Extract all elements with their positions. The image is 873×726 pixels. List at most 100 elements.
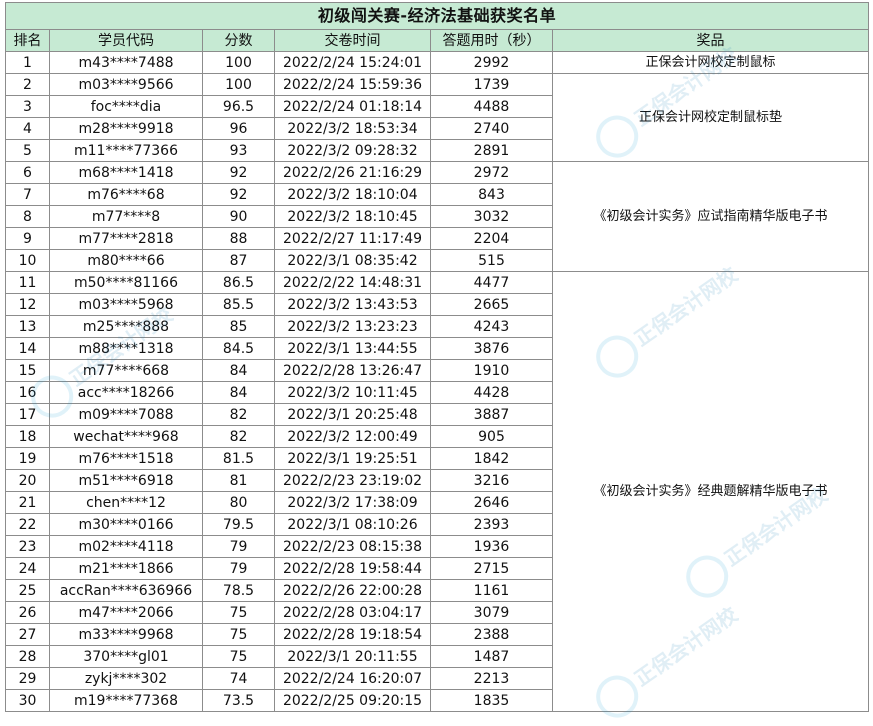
cell-rank: 18 — [5, 425, 50, 448]
header-duration: 答题用时（秒） — [430, 29, 553, 52]
table-title: 初级闯关赛-经济法基础获奖名单 — [5, 2, 869, 30]
cell-code: m30****0166 — [49, 513, 203, 536]
cell-time: 2022/3/2 13:43:53 — [274, 293, 431, 316]
cell-rank: 13 — [5, 315, 50, 338]
cell-prize: 正保会计网校定制鼠标垫 — [552, 73, 869, 162]
cell-time: 2022/2/27 11:17:49 — [274, 227, 431, 250]
header-score: 分数 — [202, 29, 275, 52]
cell-score: 74 — [202, 667, 275, 690]
cell-rank: 25 — [5, 579, 50, 602]
cell-rank: 2 — [5, 73, 50, 96]
cell-score: 96 — [202, 117, 275, 140]
cell-rank: 29 — [5, 667, 50, 690]
cell-rank: 12 — [5, 293, 50, 316]
cell-score: 81 — [202, 469, 275, 492]
cell-duration: 1936 — [430, 535, 553, 558]
cell-time: 2022/3/1 08:35:42 — [274, 249, 431, 272]
cell-time: 2022/2/26 21:16:29 — [274, 161, 431, 184]
cell-rank: 7 — [5, 183, 50, 206]
cell-rank: 9 — [5, 227, 50, 250]
winners-table: 初级闯关赛-经济法基础获奖名单 排名 学员代码 分数 交卷时间 答题用时（秒） … — [5, 2, 869, 712]
cell-code: chen****12 — [49, 491, 203, 514]
cell-score: 75 — [202, 645, 275, 668]
cell-code: m43****7488 — [49, 51, 203, 74]
cell-rank: 1 — [5, 51, 50, 74]
cell-duration: 1487 — [430, 645, 553, 668]
cell-time: 2022/3/2 12:00:49 — [274, 425, 431, 448]
cell-code: m03****9566 — [49, 73, 203, 96]
cell-code: m33****9968 — [49, 623, 203, 646]
cell-time: 2022/3/2 13:23:23 — [274, 315, 431, 338]
cell-duration: 1161 — [430, 579, 553, 602]
cell-score: 82 — [202, 425, 275, 448]
cell-code: m77****8 — [49, 205, 203, 228]
cell-duration: 2665 — [430, 293, 553, 316]
cell-score: 90 — [202, 205, 275, 228]
cell-code: m77****2818 — [49, 227, 203, 250]
cell-duration: 2388 — [430, 623, 553, 646]
cell-score: 93 — [202, 139, 275, 162]
cell-code: m02****4118 — [49, 535, 203, 558]
cell-score: 75 — [202, 601, 275, 624]
cell-time: 2022/3/1 13:44:55 — [274, 337, 431, 360]
cell-prize: 《初级会计实务》经典题解精华版电子书 — [552, 271, 869, 712]
cell-time: 2022/2/28 13:26:47 — [274, 359, 431, 382]
cell-rank: 23 — [5, 535, 50, 558]
cell-code: m51****6918 — [49, 469, 203, 492]
cell-score: 75 — [202, 623, 275, 646]
cell-time: 2022/3/2 10:11:45 — [274, 381, 431, 404]
cell-duration: 2646 — [430, 491, 553, 514]
cell-score: 100 — [202, 73, 275, 96]
cell-rank: 17 — [5, 403, 50, 426]
cell-code: accRan****636966 — [49, 579, 203, 602]
cell-code: foc****dia — [49, 95, 203, 118]
cell-rank: 8 — [5, 205, 50, 228]
cell-duration: 2992 — [430, 51, 553, 74]
cell-score: 84 — [202, 359, 275, 382]
cell-time: 2022/3/1 20:11:55 — [274, 645, 431, 668]
cell-code: m76****1518 — [49, 447, 203, 470]
cell-time: 2022/2/24 01:18:14 — [274, 95, 431, 118]
cell-score: 87 — [202, 249, 275, 272]
cell-time: 2022/2/26 22:00:28 — [274, 579, 431, 602]
cell-prize: 正保会计网校定制鼠标 — [552, 51, 869, 74]
cell-time: 2022/2/28 19:58:44 — [274, 557, 431, 580]
cell-duration: 2715 — [430, 557, 553, 580]
cell-duration: 2393 — [430, 513, 553, 536]
table-row: 11 m50****81166 86.5 2022/2/22 14:48:31 4477… — [5, 271, 869, 712]
cell-duration: 3079 — [430, 601, 553, 624]
cell-code: m80****66 — [49, 249, 203, 272]
cell-duration: 2891 — [430, 139, 553, 162]
cell-rank: 27 — [5, 623, 50, 646]
cell-code: m88****1318 — [49, 337, 203, 360]
cell-score: 86.5 — [202, 271, 275, 294]
cell-score: 85 — [202, 315, 275, 338]
cell-code: zykj****302 — [49, 667, 203, 690]
cell-time: 2022/2/22 14:48:31 — [274, 271, 431, 294]
header-time: 交卷时间 — [274, 29, 431, 52]
cell-code: m28****9918 — [49, 117, 203, 140]
cell-time: 2022/3/1 20:25:48 — [274, 403, 431, 426]
cell-score: 100 — [202, 51, 275, 74]
cell-score: 79 — [202, 557, 275, 580]
cell-code: m19****77368 — [49, 689, 203, 712]
cell-rank: 19 — [5, 447, 50, 470]
table-row: 1 m43****7488 100 2022/2/24 15:24:01 2992 正保会… — [5, 51, 869, 74]
cell-time: 2022/2/23 08:15:38 — [274, 535, 431, 558]
cell-code: m21****1866 — [49, 557, 203, 580]
cell-score: 88 — [202, 227, 275, 250]
cell-rank: 20 — [5, 469, 50, 492]
cell-time: 2022/3/2 18:10:45 — [274, 205, 431, 228]
cell-code: 370****gl01 — [49, 645, 203, 668]
cell-time: 2022/3/2 18:10:04 — [274, 183, 431, 206]
cell-duration: 3887 — [430, 403, 553, 426]
cell-duration: 3876 — [430, 337, 553, 360]
cell-duration: 4428 — [430, 381, 553, 404]
cell-score: 82 — [202, 403, 275, 426]
header-code: 学员代码 — [49, 29, 203, 52]
cell-score: 84.5 — [202, 337, 275, 360]
cell-score: 92 — [202, 161, 275, 184]
cell-duration: 1739 — [430, 73, 553, 96]
cell-code: m77****668 — [49, 359, 203, 382]
cell-duration: 1842 — [430, 447, 553, 470]
